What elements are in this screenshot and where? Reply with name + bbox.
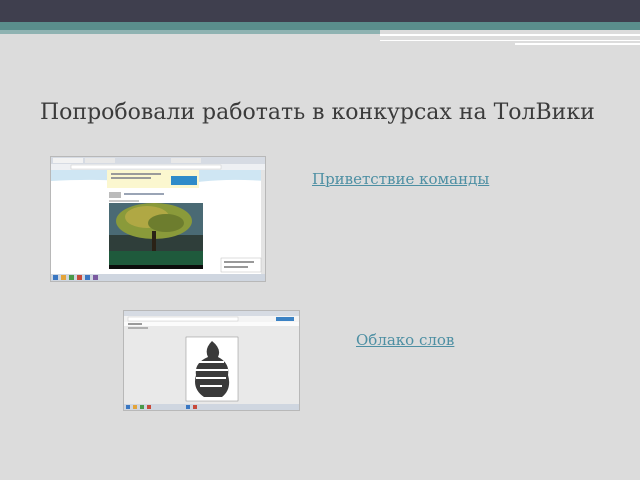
header-bar (0, 0, 640, 22)
header-accent-stripe (0, 30, 380, 34)
screenshot-word-cloud[interactable] (123, 310, 300, 411)
screenshot-team-greeting[interactable] (50, 156, 266, 282)
header-line (380, 34, 640, 36)
browser-window-icon (124, 311, 299, 410)
browser-window-icon (51, 157, 265, 281)
header-line (515, 43, 640, 45)
slide-title: Попробовали работать в конкурсах на ТолВ… (40, 100, 595, 125)
link-team-greeting[interactable]: Приветствие команды (312, 170, 489, 188)
header-line (380, 40, 640, 41)
link-word-cloud[interactable]: Облако слов (356, 331, 454, 349)
header-accent-band (0, 22, 640, 30)
